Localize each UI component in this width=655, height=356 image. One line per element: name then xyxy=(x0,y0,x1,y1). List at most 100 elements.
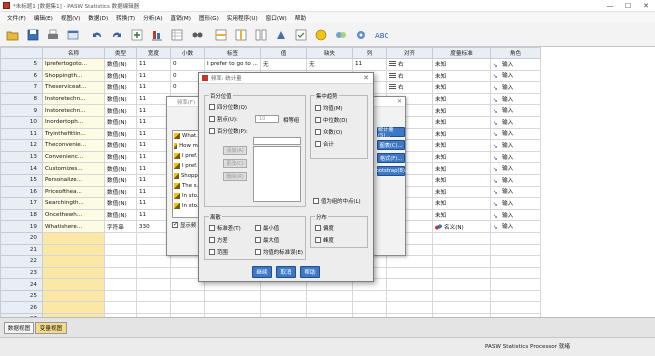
cell-measure[interactable]: 未知 xyxy=(432,127,491,141)
cell-align[interactable] xyxy=(386,278,433,291)
cell-measure[interactable]: 名义(N) xyxy=(432,220,491,233)
cell-width[interactable]: 11 xyxy=(136,81,171,94)
print-icon[interactable] xyxy=(44,26,62,44)
se-mean-option[interactable]: 均值的标准误(E) xyxy=(255,248,303,256)
row-number[interactable]: 15 xyxy=(0,173,43,187)
save-icon[interactable] xyxy=(24,26,42,44)
row-number[interactable]: 11 xyxy=(0,127,43,141)
cell-role[interactable]: ➘ 输入 xyxy=(490,185,541,199)
row-number[interactable]: 16 xyxy=(0,185,43,199)
quartiles-checkbox[interactable] xyxy=(209,104,215,110)
cell-role[interactable]: ➘ 输入 xyxy=(490,115,541,129)
cell-role[interactable] xyxy=(490,255,541,268)
row-number[interactable]: 19 xyxy=(0,220,43,233)
menu-graphs[interactable]: 图形(G) xyxy=(195,14,223,22)
cell-role[interactable]: ➘ 输入 xyxy=(490,139,541,152)
use-sets-icon[interactable] xyxy=(332,26,350,44)
goto-case-icon[interactable] xyxy=(128,26,146,44)
median-checkbox[interactable] xyxy=(315,117,321,123)
menu-direct-marketing[interactable]: 直销(M) xyxy=(167,14,195,22)
range-option[interactable]: 范围 xyxy=(209,248,228,256)
cell-align[interactable] xyxy=(386,301,433,315)
cell-width[interactable]: 11 xyxy=(136,69,171,83)
cell-align[interactable]: 右 xyxy=(386,69,433,83)
cell-measure[interactable]: 未知 xyxy=(432,150,491,164)
cell-role[interactable]: ➘ 输入 xyxy=(490,104,541,117)
cell-role[interactable] xyxy=(490,278,541,291)
cell-measure[interactable] xyxy=(432,278,491,291)
maximize-button[interactable]: ☐ xyxy=(619,0,637,12)
cell-measure[interactable]: 未知 xyxy=(432,58,491,71)
cell-columns[interactable] xyxy=(352,289,387,303)
close-button[interactable]: ✕ xyxy=(637,0,655,12)
menu-analyze[interactable]: 分析(A) xyxy=(139,14,166,22)
percentile-input[interactable] xyxy=(253,137,301,145)
cell-align[interactable]: 右 xyxy=(386,58,433,71)
change-button[interactable]: 更改(C) xyxy=(223,159,247,168)
cell-name[interactable]: Priceofthea... xyxy=(42,185,105,199)
cut-points-checkbox[interactable] xyxy=(209,116,215,122)
cell-measure[interactable]: 未知 xyxy=(432,115,491,129)
cell-name[interactable]: Theconvenie... xyxy=(42,139,105,152)
cell-measure[interactable] xyxy=(432,231,491,245)
cell-width[interactable] xyxy=(136,255,171,268)
cell-name[interactable] xyxy=(42,231,105,245)
cell-name[interactable]: Theserviceat... xyxy=(42,81,105,94)
cell-name[interactable]: Inordertoph... xyxy=(42,115,105,129)
cell-type[interactable]: 数值(N) xyxy=(104,81,137,94)
range-checkbox[interactable] xyxy=(209,249,215,255)
row-number[interactable]: 21 xyxy=(0,243,43,257)
row-number[interactable]: 14 xyxy=(0,162,43,175)
mean-checkbox[interactable] xyxy=(315,105,321,111)
split-file-icon[interactable] xyxy=(252,26,270,44)
minimum-option[interactable]: 最小值 xyxy=(255,224,279,232)
cell-type[interactable] xyxy=(104,243,137,257)
cell-values[interactable] xyxy=(260,289,307,303)
column-header-decimals[interactable]: 小数 xyxy=(170,47,205,59)
group-midpoints-option[interactable]: 值为组的中点(L) xyxy=(313,197,361,205)
cell-width[interactable]: 11 xyxy=(136,58,171,71)
row-number[interactable]: 10 xyxy=(0,115,43,129)
row-number[interactable]: 18 xyxy=(0,208,43,222)
menu-file[interactable]: 文件(F) xyxy=(3,14,30,22)
cell-type[interactable] xyxy=(104,231,137,245)
cell-name[interactable] xyxy=(42,289,105,303)
bootstrap-button[interactable]: Bootstrap(B)... xyxy=(372,166,410,176)
show-frequency-tables[interactable]: 显示频 xyxy=(172,221,196,229)
cell-type[interactable]: 数值(N) xyxy=(104,92,137,106)
cell-role[interactable]: ➘ 输入 xyxy=(490,220,541,233)
std-deviation-option[interactable]: 标准差(T) xyxy=(209,224,241,232)
cell-measure[interactable] xyxy=(432,301,491,315)
menu-window[interactable]: 窗口(W) xyxy=(262,14,291,22)
spelling-icon[interactable]: ABC xyxy=(372,26,390,44)
kurtosis-option[interactable]: 峰度 xyxy=(315,236,334,244)
dialog-recall-icon[interactable] xyxy=(64,26,82,44)
menu-view[interactable]: 视图(V) xyxy=(57,14,84,22)
cell-type[interactable] xyxy=(104,255,137,268)
show-frequency-checkbox[interactable] xyxy=(172,221,178,228)
cell-measure[interactable]: 未知 xyxy=(432,69,491,83)
cell-measure[interactable] xyxy=(432,255,491,268)
row-number[interactable]: 6 xyxy=(0,69,43,83)
percentiles-checkbox[interactable] xyxy=(209,128,215,134)
cell-decimals[interactable] xyxy=(170,289,205,303)
cell-role[interactable]: ➘ 输入 xyxy=(490,150,541,164)
median-option[interactable]: 中位数(D) xyxy=(315,116,348,124)
cell-role[interactable] xyxy=(490,266,541,280)
maximum-checkbox[interactable] xyxy=(255,237,261,243)
cell-width[interactable] xyxy=(136,266,171,280)
group-midpoints-checkbox[interactable] xyxy=(313,198,319,204)
close-icon[interactable]: ✕ xyxy=(397,98,402,105)
cell-decimals[interactable]: 0 xyxy=(170,58,205,71)
cell-role[interactable] xyxy=(490,301,541,315)
value-labels-icon[interactable] xyxy=(312,26,330,44)
cell-measure[interactable]: 未知 xyxy=(432,92,491,106)
show-all-icon[interactable] xyxy=(352,26,370,44)
column-header-measure[interactable]: 度量标准 xyxy=(432,47,491,59)
row-number[interactable]: 9 xyxy=(0,104,43,117)
cell-role[interactable]: ➘ 输入 xyxy=(490,173,541,187)
menu-transform[interactable]: 转换(T) xyxy=(112,14,139,22)
cell-name[interactable]: Oncethewh... xyxy=(42,208,105,222)
row-number[interactable]: 13 xyxy=(0,150,43,164)
cell-align[interactable] xyxy=(386,266,433,280)
